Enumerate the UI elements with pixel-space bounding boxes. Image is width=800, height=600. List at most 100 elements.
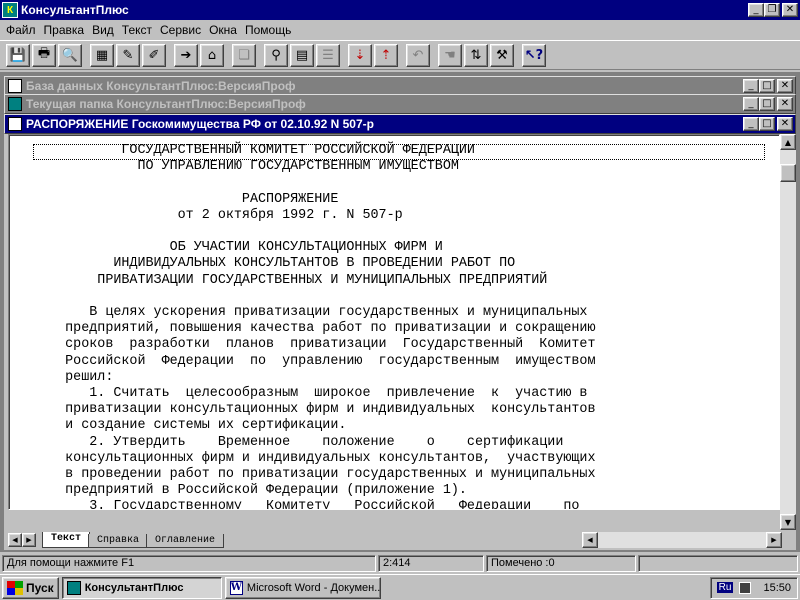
print-icon[interactable]: 🖶 (32, 43, 56, 67)
preview-icon[interactable]: 🔍 (58, 43, 82, 67)
copy-icon[interactable]: ❏ (232, 43, 256, 67)
scroll-thumb[interactable] (780, 164, 796, 182)
close-icon[interactable]: ✕ (777, 117, 793, 131)
search-card-icon[interactable]: ▦ (90, 43, 114, 67)
maximize-icon[interactable]: □ (759, 117, 775, 131)
windows-logo-icon (7, 580, 23, 595)
hand-icon[interactable]: ☚ (438, 43, 462, 67)
menu-bar: Файл Правка Вид Текст Сервис Окна Помощь (0, 20, 800, 39)
undo-icon[interactable]: ↶ (406, 43, 430, 67)
tab-next-icon[interactable]: ▶ (22, 533, 36, 547)
folder-window-bar[interactable]: Текущая папка КонсультантПлюс:ВерсияПроф… (4, 94, 796, 114)
status-bar: Для помощи нажмите F1 2:414 Помечено :0 (0, 553, 800, 573)
folder-in-icon[interactable]: ➔ (174, 43, 198, 67)
database-window-title: База данных КонсультантПлюс:ВерсияПроф (26, 79, 296, 93)
app-window-controls: _ ❐ ✕ (748, 3, 798, 17)
export-red-icon[interactable]: ⇣ (348, 43, 372, 67)
status-position: 2:414 (378, 554, 484, 572)
maximize-icon[interactable]: □ (759, 79, 775, 93)
folder-home-icon[interactable]: ⌂ (200, 43, 224, 67)
menu-file[interactable]: Файл (2, 23, 40, 37)
folder-window-controls: _ □ ✕ (743, 97, 793, 111)
scroll-up-icon[interactable]: ▲ (780, 134, 796, 150)
toolbar-group-copy: ❏ (232, 43, 256, 67)
binoculars-icon[interactable]: ⚲ (264, 43, 288, 67)
toolbar: 💾 🖶 🔍 ▦ ✎ ✐ ➔ ⌂ ❏ ⚲ ▤ ☰ ⇣ ⇡ ↶ ☚ ⇅ ⚒ ↖? (0, 40, 800, 70)
tab-reference[interactable]: Справка (88, 534, 149, 548)
document-icon (8, 117, 22, 131)
taskbar: Пуск КонсультантПлюс W Microsoft Word - … (0, 574, 800, 600)
minimize-icon[interactable]: _ (743, 117, 759, 131)
clock: 15:50 (763, 581, 791, 594)
scroll-down-icon[interactable]: ▼ (780, 514, 796, 530)
document-window: РАСПОРЯЖЕНИЕ Госкомимущества РФ от 02.10… (4, 114, 796, 550)
menu-service[interactable]: Сервис (156, 23, 205, 37)
minimize-icon[interactable]: _ (748, 3, 764, 17)
document-text-area[interactable]: ГОСУДАРСТВЕННЫЙ КОМИТЕТ РОССИЙСКОЙ ФЕДЕР… (8, 134, 780, 510)
minimize-icon[interactable]: _ (743, 79, 759, 93)
system-tray: Ru 15:50 (709, 576, 798, 599)
scroll-left-icon[interactable]: ◀ (582, 532, 598, 548)
maximize-icon[interactable]: □ (759, 97, 775, 111)
consultant-app-icon (66, 580, 81, 595)
language-indicator[interactable]: Ru (716, 582, 734, 593)
close-icon[interactable]: ✕ (777, 79, 793, 93)
task-word[interactable]: W Microsoft Word - Докумен... (224, 576, 381, 599)
document-window-title: РАСПОРЯЖЕНИЕ Госкомимущества РФ от 02.10… (26, 117, 374, 131)
menu-windows[interactable]: Окна (205, 23, 241, 37)
menu-edit[interactable]: Правка (40, 23, 89, 37)
minimize-icon[interactable]: _ (743, 97, 759, 111)
toolbar-group-tools: ☚ ⇅ ⚒ (438, 43, 514, 67)
document-text[interactable]: ГОСУДАРСТВЕННЫЙ КОМИТЕТ РОССИЙСКОЙ ФЕДЕР… (33, 143, 595, 509)
task-consultant-label: КонсультантПлюс (84, 581, 184, 594)
tools-icon[interactable]: ⚒ (490, 43, 514, 67)
close-icon[interactable]: ✕ (782, 3, 798, 17)
task-consultant[interactable]: КонсультантПлюс (61, 576, 222, 599)
mdi-area: База данных КонсультантПлюс:ВерсияПроф _… (0, 72, 800, 552)
import-red-icon[interactable]: ⇡ (374, 43, 398, 67)
vertical-scrollbar[interactable]: ▲ ▼ (780, 134, 796, 530)
toolbar-group-undo: ↶ (406, 43, 430, 67)
toolbar-group-find: ⚲ ▤ ☰ (264, 43, 340, 67)
scroll-right-icon[interactable]: ▶ (766, 532, 782, 548)
status-help: Для помощи нажмите F1 (2, 554, 376, 572)
word-icon: W (229, 580, 243, 595)
start-label: Пуск (26, 580, 54, 595)
tabs: Текст Справка Оглавление (42, 532, 225, 548)
tray-app-icon[interactable] (739, 581, 752, 594)
consultant-app-icon[interactable]: К (2, 2, 18, 18)
database-window-controls: _ □ ✕ (743, 79, 793, 93)
folder-window-title: Текущая папка КонсультантПлюс:ВерсияПроф (26, 97, 306, 111)
document-icon (8, 79, 22, 93)
task-word-label: Microsoft Word - Докумен... (246, 581, 381, 594)
horizontal-scrollbar[interactable]: ◀ ▶ (582, 532, 782, 548)
toolbar-group-help: ↖? (522, 43, 546, 67)
tab-prev-icon[interactable]: ◀ (8, 533, 22, 547)
menu-text[interactable]: Текст (118, 23, 156, 37)
list-icon[interactable]: ☰ (316, 43, 340, 67)
database-window-bar[interactable]: База данных КонсультантПлюс:ВерсияПроф _… (4, 76, 796, 96)
help-pointer-icon[interactable]: ↖? (522, 43, 546, 67)
status-extra (638, 554, 798, 572)
toolbar-group-cards: ▦ ✎ ✐ (90, 43, 166, 67)
toolbar-group-file: 💾 🖶 🔍 (6, 43, 82, 67)
document-window-controls: _ □ ✕ (743, 117, 793, 131)
status-marked: Помечено :0 (486, 554, 636, 572)
restore-icon[interactable]: ❐ (764, 3, 780, 17)
app-titlebar: К КонсультантПлюс _ ❐ ✕ (0, 0, 800, 20)
edit-card-icon[interactable]: ✎ (116, 43, 140, 67)
toolbar-group-folders: ➔ ⌂ (174, 43, 224, 67)
close-icon[interactable]: ✕ (777, 97, 793, 111)
menu-help[interactable]: Помощь (241, 23, 295, 37)
tab-bar: ◀ ▶ Текст Справка Оглавление ◀ ▶ (8, 530, 782, 550)
tab-text[interactable]: Текст (42, 532, 91, 548)
bookmark-icon[interactable]: ▤ (290, 43, 314, 67)
start-button[interactable]: Пуск (2, 576, 59, 599)
sort-icon[interactable]: ⇅ (464, 43, 488, 67)
app-title: КонсультантПлюс (21, 3, 129, 17)
save-icon[interactable]: 💾 (6, 43, 30, 67)
query-icon[interactable]: ✐ (142, 43, 166, 67)
menu-view[interactable]: Вид (88, 23, 118, 37)
tab-contents[interactable]: Оглавление (146, 534, 225, 548)
document-window-bar[interactable]: РАСПОРЯЖЕНИЕ Госкомимущества РФ от 02.10… (4, 114, 796, 134)
